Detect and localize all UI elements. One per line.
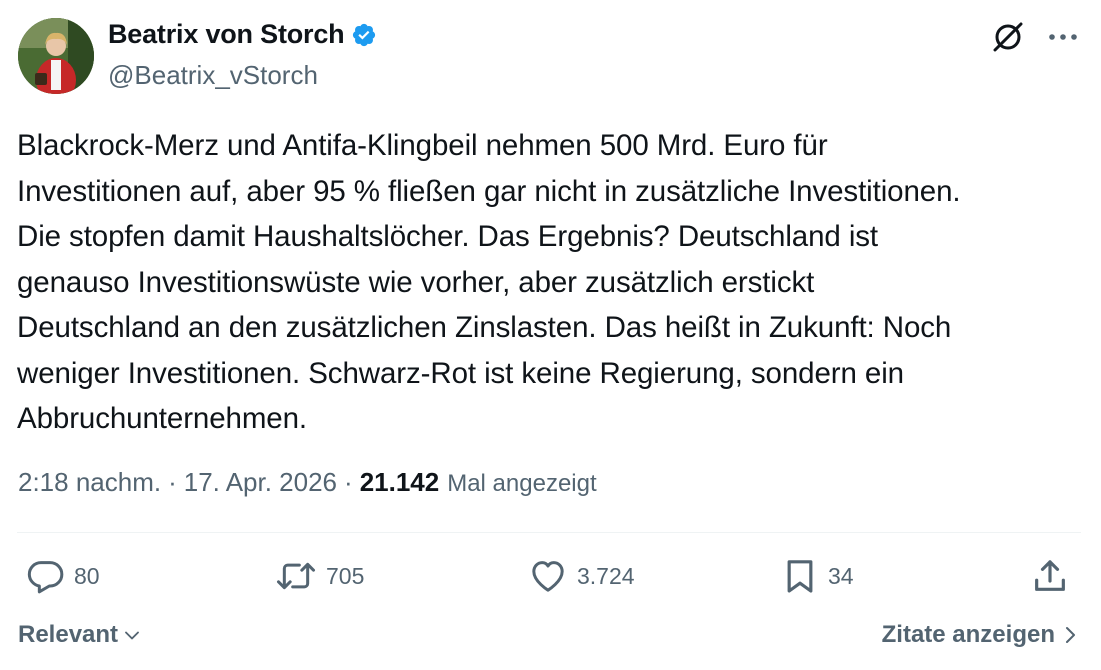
bookmark-icon: [787, 560, 813, 593]
more-icon[interactable]: [1047, 32, 1079, 42]
bookmark-button[interactable]: 34: [780, 556, 854, 596]
author-handle[interactable]: @Beatrix_vStorch: [108, 60, 318, 91]
sort-dropdown[interactable]: Relevant: [18, 621, 142, 649]
verified-badge-icon: [353, 23, 376, 46]
repost-count: 705: [326, 562, 365, 589]
reply-count: 80: [74, 562, 100, 589]
tweet-time[interactable]: 2:18 nachm.: [18, 467, 161, 498]
action-bar: 80 705 3.724 34: [0, 556, 1101, 600]
repost-icon: [277, 562, 315, 590]
heart-icon: [532, 561, 564, 592]
view-quotes-link[interactable]: Zitate anzeigen: [882, 621, 1077, 649]
tweet-text: Blackrock-Merz und Antifa-Klingbeil nehm…: [17, 129, 961, 435]
like-count: 3.724: [577, 562, 635, 589]
meta-separator: ·: [168, 467, 177, 497]
like-button[interactable]: 3.724: [527, 556, 635, 596]
meta-separator: ·: [344, 467, 353, 497]
reply-button[interactable]: 80: [26, 556, 100, 596]
author-display-name[interactable]: Beatrix von Storch: [108, 19, 345, 50]
view-quotes-label: Zitate anzeigen: [881, 621, 1055, 648]
views-count: 21.142: [359, 467, 440, 497]
chevron-right-icon: [1066, 627, 1075, 643]
divider: [17, 532, 1081, 533]
tweet-date[interactable]: 17. Apr. 2026: [184, 467, 337, 498]
views-label: Mal angezeigt: [447, 470, 597, 497]
share-button[interactable]: [1030, 556, 1070, 596]
chevron-down-icon: [125, 631, 139, 640]
tweet-meta: 2:18 nachm. · 17. Apr. 2026 · 21.142 Mal…: [18, 467, 597, 498]
avatar[interactable]: [18, 18, 94, 94]
reply-icon: [27, 561, 64, 594]
bookmark-count: 34: [828, 562, 854, 589]
sort-label: Relevant: [18, 621, 119, 648]
repost-button[interactable]: 705: [274, 556, 364, 596]
share-icon: [1035, 560, 1065, 591]
grok-icon[interactable]: [991, 20, 1025, 54]
